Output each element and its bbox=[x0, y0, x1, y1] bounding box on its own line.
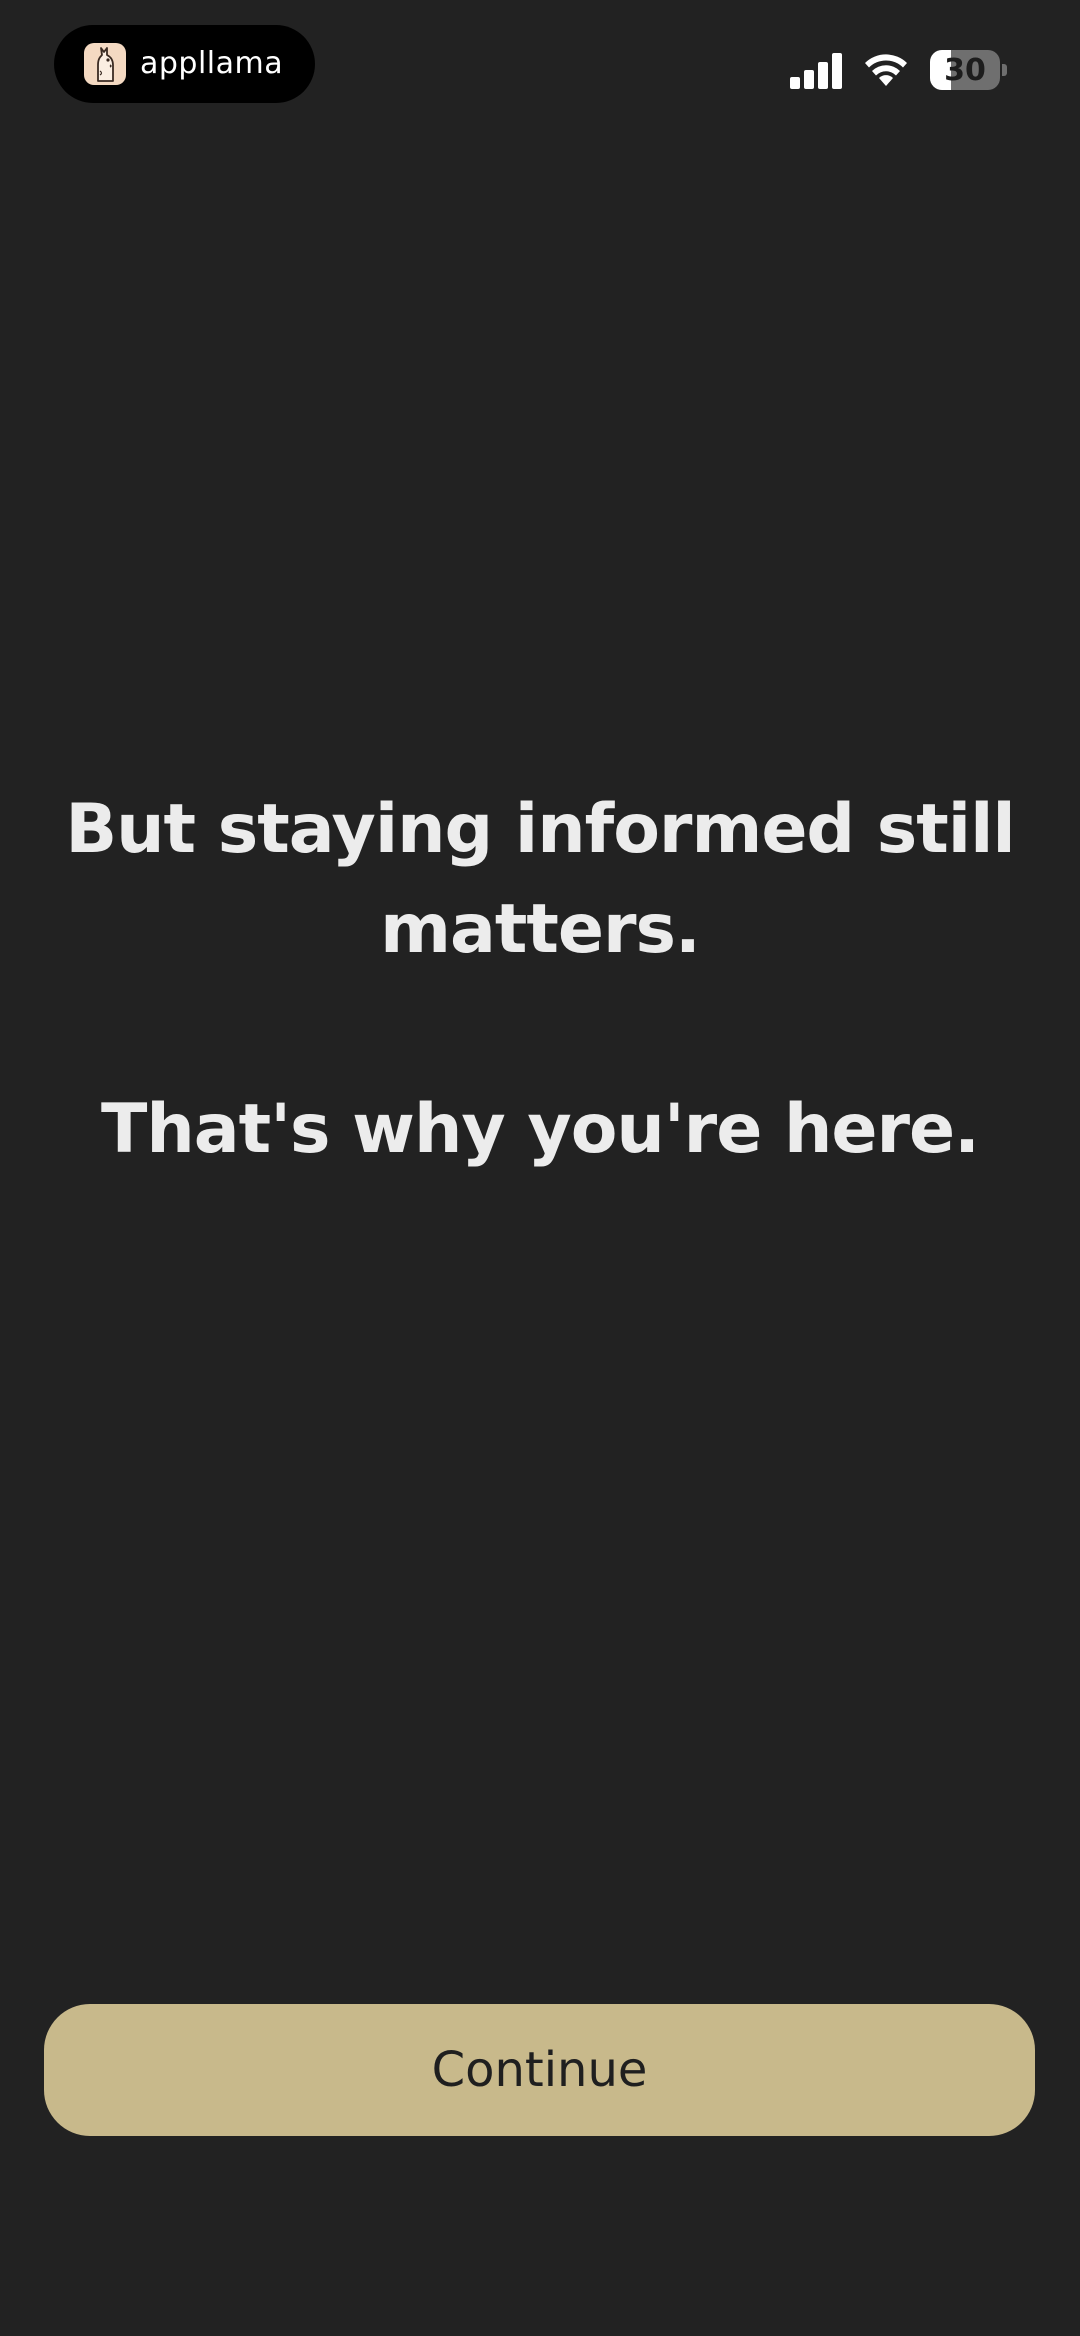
message-line-1: But staying informed still matters. bbox=[65, 790, 1015, 969]
app-name: appllama bbox=[140, 46, 284, 81]
battery-level: 30 bbox=[944, 52, 986, 88]
llama-logo-icon bbox=[84, 43, 126, 85]
battery-icon: 30 bbox=[930, 50, 1008, 90]
message-line-2: That's why you're here. bbox=[101, 1090, 980, 1169]
onboarding-message: But staying informed still matters. That… bbox=[60, 780, 1020, 1180]
cellular-signal-icon bbox=[790, 53, 842, 89]
app-badge[interactable]: appllama bbox=[54, 25, 315, 103]
onboarding-screen: appllama 30 But staying informed still m… bbox=[0, 0, 1080, 2336]
continue-button[interactable]: Continue bbox=[44, 2004, 1035, 2136]
wifi-icon bbox=[865, 54, 907, 86]
battery-cap bbox=[1002, 64, 1007, 76]
